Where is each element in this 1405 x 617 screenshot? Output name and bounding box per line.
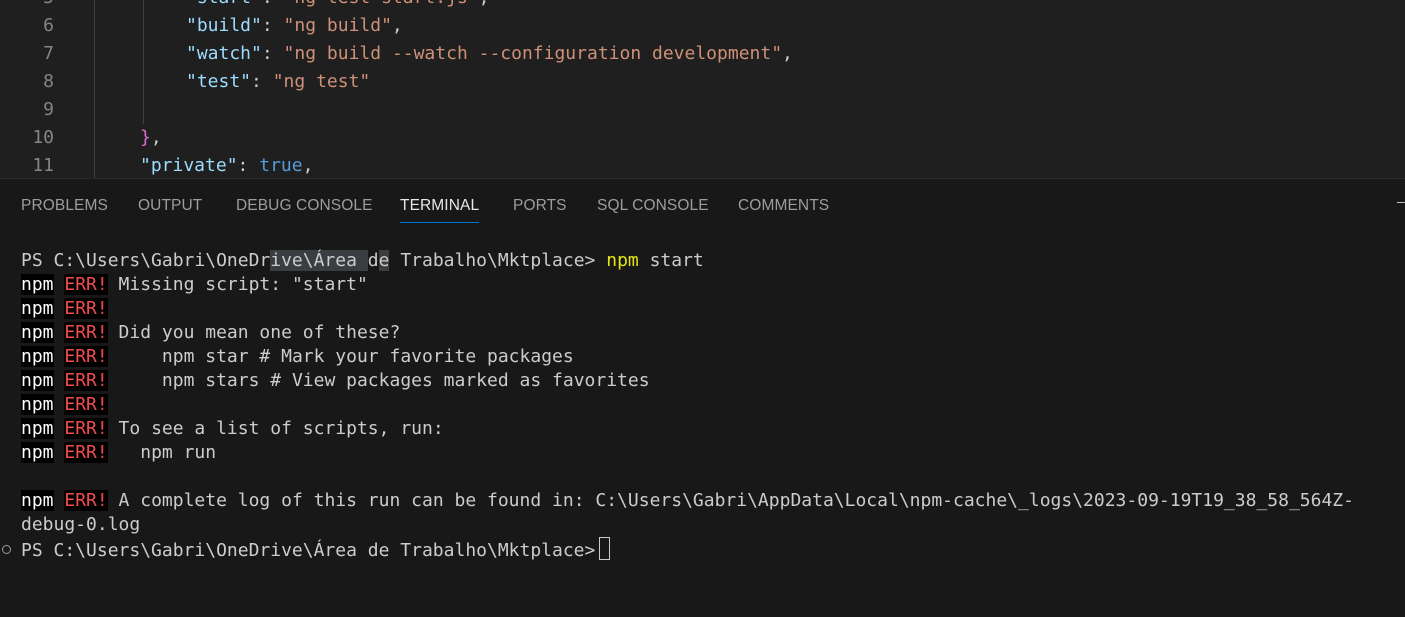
code-line[interactable]: 5 "start": "ng test start.js", bbox=[0, 0, 1405, 12]
terminal-line: npm ERR! bbox=[21, 394, 108, 415]
line-number: 9 bbox=[43, 99, 54, 120]
tab-terminal-label: TERMINAL bbox=[400, 197, 480, 214]
terminal-cursor bbox=[599, 537, 611, 560]
terminal-line: npm ERR! To see a list of scripts, run: bbox=[21, 418, 444, 439]
tab-sql-console[interactable]: SQL CONSOLE bbox=[597, 197, 709, 215]
code-line[interactable]: 11 "private": true, bbox=[0, 152, 1405, 178]
terminal-line: npm ERR! Did you mean one of these? bbox=[21, 322, 401, 343]
ellipsis-icon[interactable]: – bbox=[1397, 193, 1405, 213]
line-number: 6 bbox=[43, 15, 54, 36]
terminal-prompt[interactable]: PS C:\Users\Gabri\OneDrive\Área de Traba… bbox=[21, 537, 611, 561]
terminal-line: npm ERR! npm stars # View packages marke… bbox=[21, 370, 650, 391]
terminal-line: npm ERR! bbox=[21, 298, 108, 319]
line-number: 7 bbox=[43, 43, 54, 64]
code-line[interactable]: 8 "test": "ng test" bbox=[0, 68, 1405, 96]
terminal-line: npm ERR! npm run bbox=[21, 442, 217, 463]
tab-ports[interactable]: PORTS bbox=[513, 197, 567, 215]
tab-problems[interactable]: PROBLEMS bbox=[21, 197, 108, 215]
tab-terminal[interactable]: TERMINAL bbox=[400, 197, 480, 223]
line-number: 8 bbox=[43, 71, 54, 92]
code-line[interactable]: 10 }, bbox=[0, 124, 1405, 152]
terminal-line: debug-0.log bbox=[21, 514, 141, 535]
tab-output[interactable]: OUTPUT bbox=[138, 197, 202, 215]
code-line[interactable]: 7 "watch": "ng build --watch --configura… bbox=[0, 40, 1405, 68]
tab-debug-console[interactable]: DEBUG CONSOLE bbox=[236, 197, 373, 215]
active-tab-indicator bbox=[400, 222, 480, 223]
panel-tabs: PROBLEMS OUTPUT DEBUG CONSOLE TERMINAL P… bbox=[0, 179, 1405, 231]
line-number: 10 bbox=[32, 127, 54, 148]
line-number: 11 bbox=[32, 155, 54, 176]
terminal-output[interactable]: PS C:\Users\Gabri\OneDrive\Área de Traba… bbox=[0, 247, 1405, 617]
code-editor[interactable]: 5 "start": "ng test start.js", 6 "build"… bbox=[0, 0, 1405, 178]
bottom-panel: PROBLEMS OUTPUT DEBUG CONSOLE TERMINAL P… bbox=[0, 178, 1405, 617]
terminal-line: npm ERR! npm star # Mark your favorite p… bbox=[21, 346, 574, 367]
terminal-line: npm ERR! Missing script: "start" bbox=[21, 274, 368, 295]
terminal-line: npm ERR! A complete log of this run can … bbox=[21, 490, 1354, 511]
tab-comments[interactable]: COMMENTS bbox=[738, 197, 829, 215]
terminal-line: PS C:\Users\Gabri\OneDrive\Área de Traba… bbox=[21, 250, 704, 271]
command-decoration-icon[interactable] bbox=[2, 545, 11, 554]
code-line[interactable]: 9 bbox=[0, 96, 1405, 124]
code-line[interactable]: 6 "build": "ng build", bbox=[0, 12, 1405, 40]
line-number: 5 bbox=[0, 0, 54, 12]
